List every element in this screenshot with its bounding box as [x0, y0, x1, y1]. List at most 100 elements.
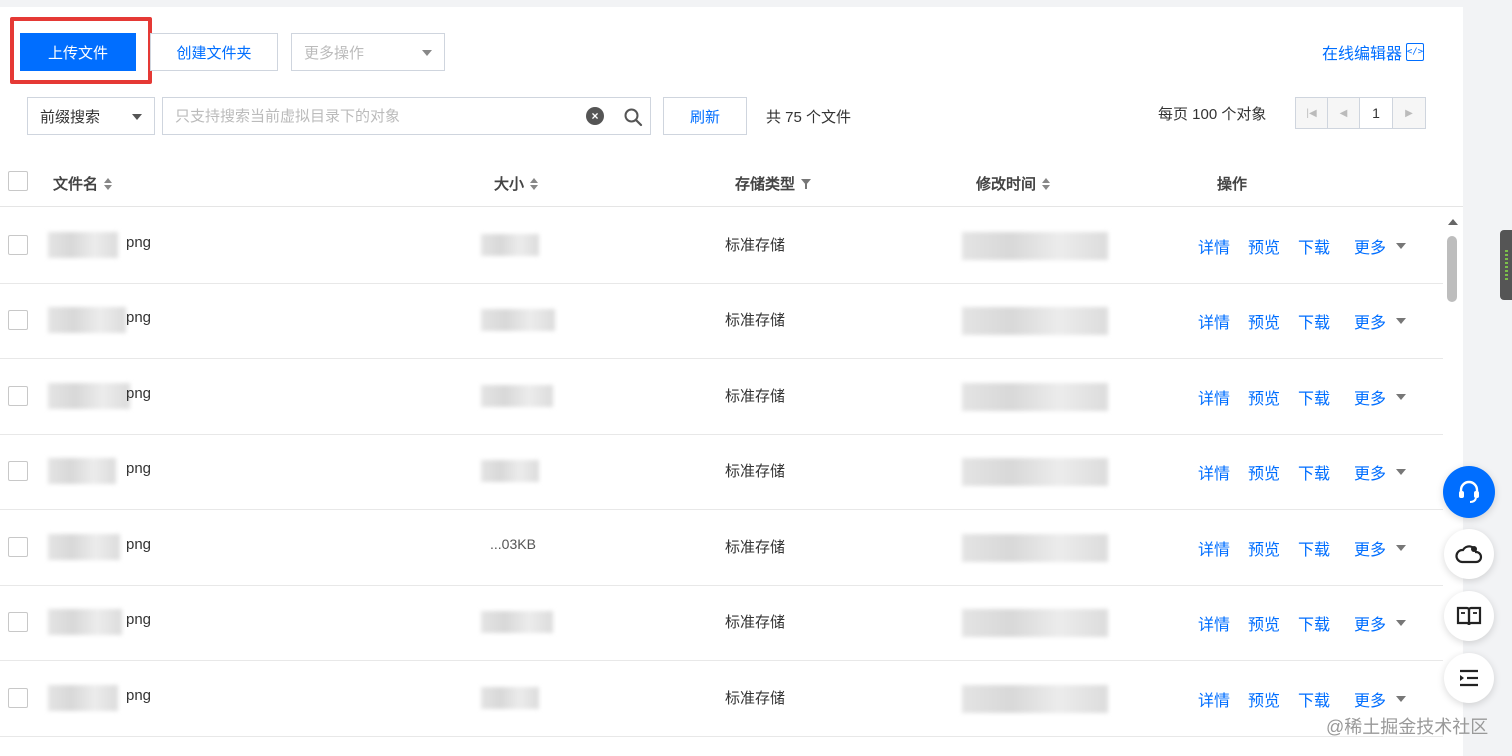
table-row: png 标准存储 详情 预览 下载 更多: [0, 283, 1443, 359]
modified-time-redacted: [962, 383, 1108, 411]
detail-link[interactable]: 详情: [1198, 611, 1230, 635]
download-link[interactable]: 下载: [1298, 536, 1330, 560]
create-folder-button[interactable]: 创建文件夹: [150, 33, 278, 71]
search-input[interactable]: [163, 98, 573, 134]
clear-icon[interactable]: ×: [586, 107, 604, 125]
sort-icon[interactable]: [1042, 177, 1051, 190]
row-checkbox[interactable]: [8, 461, 28, 481]
pagination: |◀ ◀ 1 ▶: [1295, 97, 1426, 129]
row-checkbox[interactable]: [8, 310, 28, 330]
online-editor-label: 在线编辑器: [1322, 46, 1403, 63]
modified-time-redacted: [962, 232, 1108, 260]
file-name[interactable]: png: [126, 234, 151, 251]
detail-link[interactable]: 详情: [1198, 309, 1230, 333]
more-dropdown[interactable]: 更多: [1354, 536, 1407, 560]
prev-page-icon[interactable]: ◀: [1328, 98, 1360, 128]
download-link[interactable]: 下载: [1298, 309, 1330, 333]
search-icon[interactable]: [623, 107, 643, 127]
more-actions-label: 更多操作: [304, 44, 365, 62]
search-mode-select[interactable]: 前缀搜索: [27, 97, 155, 135]
more-dropdown[interactable]: 更多: [1354, 309, 1407, 333]
row-actions: 详情 预览 下载 更多: [1198, 536, 1407, 560]
preview-link[interactable]: 预览: [1248, 460, 1280, 484]
download-link[interactable]: 下载: [1298, 385, 1330, 409]
column-modified[interactable]: 修改时间: [976, 173, 1051, 194]
storage-type: 标准存储: [725, 312, 786, 329]
more-actions-select[interactable]: 更多操作: [291, 33, 445, 71]
detail-link[interactable]: 详情: [1198, 536, 1230, 560]
watermark: @稀土掘金技术社区: [1326, 717, 1489, 737]
chevron-down-icon: [1396, 318, 1407, 324]
preview-link[interactable]: 预览: [1248, 536, 1280, 560]
row-checkbox[interactable]: [8, 386, 28, 406]
next-page-icon[interactable]: ▶: [1393, 98, 1425, 128]
storage-type: 标准存储: [725, 388, 786, 405]
select-all-checkbox[interactable]: [8, 171, 28, 191]
file-name[interactable]: png: [126, 611, 151, 628]
detail-link[interactable]: 详情: [1198, 687, 1230, 711]
file-name[interactable]: png: [126, 385, 151, 402]
highlight-annotation: [10, 17, 152, 84]
cloud-button[interactable]: [1444, 529, 1494, 579]
sort-icon[interactable]: [530, 177, 539, 190]
file-name[interactable]: png: [126, 460, 151, 477]
download-link[interactable]: 下载: [1298, 234, 1330, 258]
detail-link[interactable]: 详情: [1198, 385, 1230, 409]
outline-button[interactable]: [1444, 653, 1494, 703]
table-row: png 标准存储 详情 预览 下载 更多: [0, 585, 1443, 661]
download-link[interactable]: 下载: [1298, 687, 1330, 711]
column-storage-type[interactable]: 存储类型: [735, 173, 812, 194]
table-row: png 标准存储 详情 预览 下载 更多: [0, 434, 1443, 510]
scroll-thumb[interactable]: [1447, 236, 1457, 302]
table-header: 文件名 大小 存储类型 修改时间 操作: [0, 158, 1463, 207]
file-size-redacted: [481, 687, 539, 709]
sort-icon[interactable]: [104, 177, 113, 190]
cloud-icon: [1455, 545, 1483, 564]
more-dropdown[interactable]: 更多: [1354, 385, 1407, 409]
more-label: 更多: [1354, 466, 1387, 483]
detail-link[interactable]: 详情: [1198, 234, 1230, 258]
file-name-redacted: [48, 534, 120, 560]
filter-icon[interactable]: [801, 178, 812, 189]
modified-time-redacted: [962, 458, 1108, 486]
preview-link[interactable]: 预览: [1248, 611, 1280, 635]
search-mode-label: 前缀搜索: [40, 108, 101, 126]
refresh-button[interactable]: 刷新: [663, 97, 747, 135]
preview-link[interactable]: 预览: [1248, 385, 1280, 409]
file-name[interactable]: png: [126, 687, 151, 704]
more-dropdown[interactable]: 更多: [1354, 460, 1407, 484]
detail-link[interactable]: 详情: [1198, 460, 1230, 484]
table-row: png 标准存储 详情 预览 下载 更多: [0, 208, 1443, 284]
scroll-up-icon[interactable]: [1448, 219, 1458, 225]
preview-link[interactable]: 预览: [1248, 234, 1280, 258]
more-label: 更多: [1354, 542, 1387, 559]
row-checkbox[interactable]: [8, 688, 28, 708]
more-dropdown[interactable]: 更多: [1354, 687, 1407, 711]
preview-link[interactable]: 预览: [1248, 687, 1280, 711]
docs-button[interactable]: [1444, 591, 1494, 641]
more-dropdown[interactable]: 更多: [1354, 611, 1407, 635]
row-checkbox[interactable]: [8, 612, 28, 632]
file-name[interactable]: png: [126, 536, 151, 553]
column-size[interactable]: 大小: [494, 173, 539, 194]
more-label: 更多: [1354, 315, 1387, 332]
column-name[interactable]: 文件名: [53, 173, 113, 194]
row-checkbox[interactable]: [8, 235, 28, 255]
row-actions: 详情 预览 下载 更多: [1198, 687, 1407, 711]
current-page[interactable]: 1: [1360, 98, 1393, 128]
support-button[interactable]: [1443, 466, 1495, 518]
search-box: ×: [162, 97, 651, 135]
file-name[interactable]: png: [126, 309, 151, 326]
file-size: ...03KB: [490, 536, 536, 552]
column-actions: 操作: [1217, 173, 1247, 194]
chevron-down-icon: [1396, 243, 1407, 249]
online-editor-link[interactable]: 在线编辑器 </>: [1322, 40, 1425, 64]
preview-link[interactable]: 预览: [1248, 309, 1280, 333]
more-label: 更多: [1354, 391, 1387, 408]
first-page-icon[interactable]: |◀: [1296, 98, 1328, 128]
row-checkbox[interactable]: [8, 537, 28, 557]
download-link[interactable]: 下载: [1298, 460, 1330, 484]
chevron-down-icon: [422, 50, 432, 56]
more-dropdown[interactable]: 更多: [1354, 234, 1407, 258]
download-link[interactable]: 下载: [1298, 611, 1330, 635]
